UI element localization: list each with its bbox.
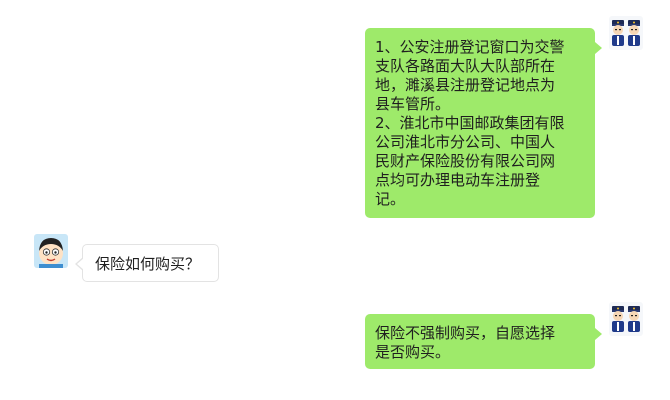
police-avatar-icon[interactable] [609, 16, 643, 50]
message-text-line: 公司淮北市分公司、中国人 [375, 133, 556, 151]
police-avatar-icon[interactable] [609, 302, 643, 336]
message-text-line: 地，濉溪县注册登记地点为 [375, 76, 556, 94]
message-text-line: 支队各路面大队大队部所在 [375, 57, 556, 75]
message-bubble-user[interactable]: 保险如何购买？ [75, 244, 219, 282]
message-text-line: 保险不强制购买，自愿选择 [375, 324, 556, 342]
message-text-line: 1、公安注册登记窗口为交警 [375, 38, 565, 56]
message-text-line: 保险如何购买？ [95, 255, 201, 273]
message-text-line: 县车管所。 [375, 95, 451, 113]
message-bubble-agent[interactable]: 保险不强制购买，自愿选择 是否购买。 [365, 314, 602, 369]
message-text-line: 是否购买。 [375, 343, 451, 361]
message-text-line: 2、淮北市中国邮政集团有限 [375, 114, 565, 132]
message-text-line: 记。 [375, 190, 406, 208]
message-bubble-agent[interactable]: 1、公安注册登记窗口为交警 支队各路面大队大队部所在 地，濉溪县注册登记地点为 … [365, 28, 602, 218]
cartoon-boy-avatar-icon[interactable] [34, 234, 68, 268]
message-text-line: 民财产保险股份有限公司网 [375, 152, 556, 170]
message-text-line: 点均可办理电动车注册登 [375, 171, 541, 189]
chat-window: 1、公安注册登记窗口为交警 支队各路面大队大队部所在 地，濉溪县注册登记地点为 … [0, 0, 670, 400]
